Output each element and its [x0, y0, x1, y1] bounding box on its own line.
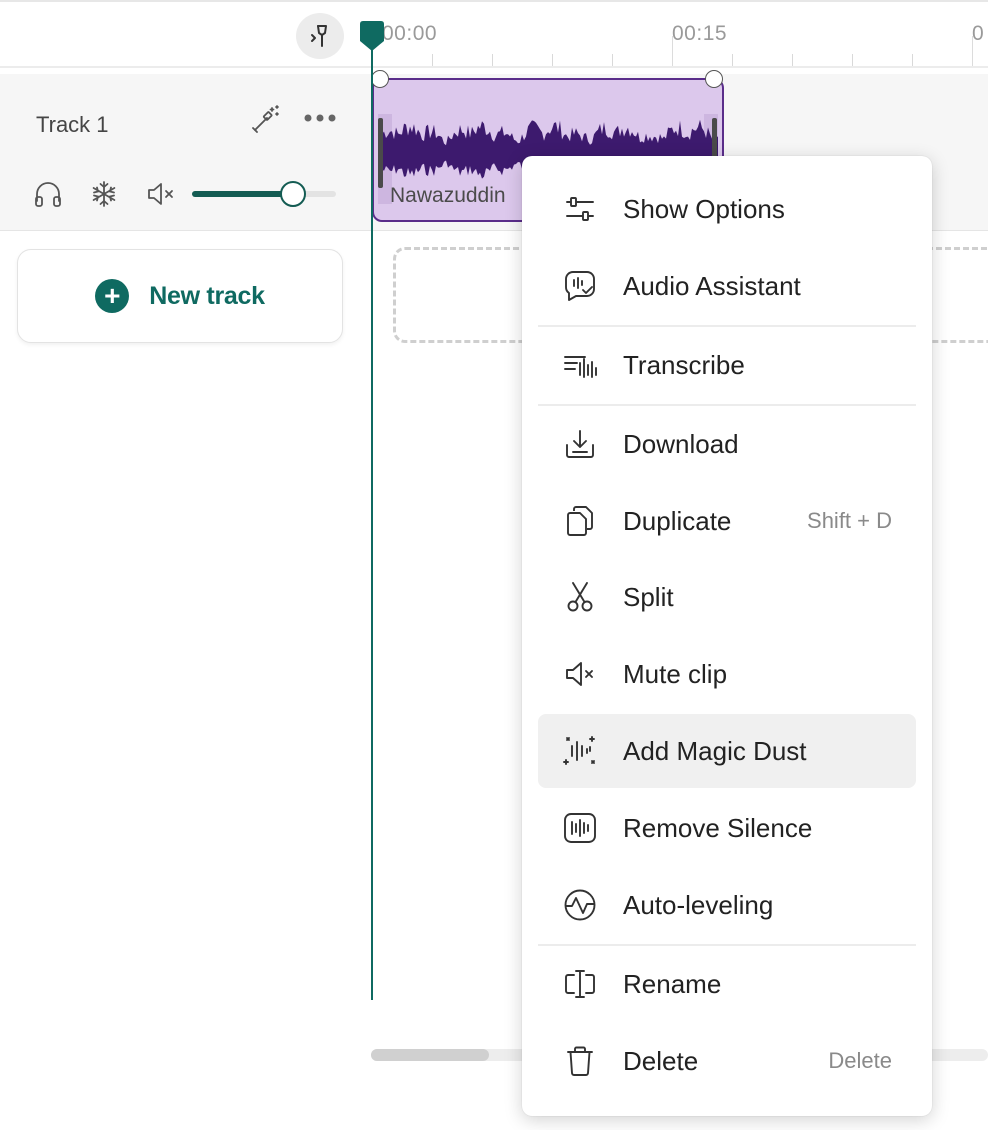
- menu-item-shortcut: Delete: [828, 1048, 892, 1073]
- tick-label-2: 0: [972, 22, 985, 45]
- download-icon: [562, 426, 598, 462]
- clip-fade-out-handle[interactable]: [705, 70, 723, 88]
- menu-item-transcribe[interactable]: Transcribe: [538, 328, 916, 402]
- track-more-button[interactable]: [300, 106, 340, 130]
- scrollbar-thumb[interactable]: [371, 1049, 489, 1061]
- mute-icon: [562, 656, 598, 692]
- menu-item-label: Auto-leveling: [623, 889, 774, 920]
- ruler-tick: [432, 54, 433, 66]
- track-name[interactable]: Track 1: [36, 112, 109, 138]
- plus-icon: +: [95, 279, 130, 313]
- ruler-tick: [852, 54, 853, 66]
- magic-dust-icon: [562, 733, 598, 769]
- menu-item-label: Add Magic Dust: [623, 735, 807, 766]
- tick-label-1: 00:15: [672, 22, 728, 45]
- auto-leveling-icon: [562, 887, 598, 923]
- freeze-button[interactable]: [86, 176, 122, 212]
- timeline-ruler[interactable]: 00:00 00:15 0: [0, 2, 988, 68]
- volume-slider[interactable]: [192, 181, 336, 207]
- playhead-line: [371, 40, 373, 1000]
- mute-track-button[interactable]: [142, 176, 178, 212]
- track-header: Track 1: [0, 74, 358, 231]
- menu-item-shortcut: Shift + D: [807, 508, 892, 533]
- menu-item-mute-clip[interactable]: Mute clip: [538, 637, 916, 711]
- menu-item-label: Rename: [623, 968, 722, 999]
- menu-separator: [538, 325, 916, 327]
- menu-item-add-magic-dust[interactable]: Add Magic Dust: [538, 714, 916, 788]
- ruler-tick: [912, 54, 913, 66]
- context-menu: Show Options Audio Assistant Transcribe: [522, 156, 932, 1116]
- snowflake-icon: [90, 180, 118, 208]
- new-track-label: New track: [149, 281, 265, 310]
- duplicate-icon: [562, 503, 598, 539]
- menu-item-label: Mute clip: [623, 658, 728, 689]
- menu-item-show-options[interactable]: Show Options: [538, 172, 916, 246]
- ruler-tick: [612, 54, 613, 66]
- menu-item-audio-assistant[interactable]: Audio Assistant: [538, 249, 916, 323]
- volume-fill: [192, 191, 293, 197]
- magic-wand-icon: [250, 103, 282, 135]
- tick-label-0: 00:00: [382, 22, 438, 45]
- scissors-icon: [562, 579, 598, 615]
- volume-thumb[interactable]: [279, 181, 306, 207]
- menu-item-label: Show Options: [623, 193, 785, 224]
- playhead-handle[interactable]: [360, 21, 384, 51]
- solo-button[interactable]: [30, 176, 66, 212]
- headphones-icon: [33, 179, 63, 209]
- remove-silence-icon: [562, 810, 598, 846]
- ruler-tick: [792, 54, 793, 66]
- clip-fade-in-handle[interactable]: [371, 70, 389, 88]
- ruler-tick-major: [972, 36, 973, 66]
- ruler-tick: [492, 54, 493, 66]
- ruler-tick: [552, 54, 553, 66]
- more-horizontal-icon: [303, 113, 337, 123]
- ruler-tick: [732, 54, 733, 66]
- menu-separator: [538, 944, 916, 946]
- rename-icon: [562, 966, 598, 1002]
- menu-item-label: Download: [623, 428, 739, 459]
- menu-item-auto-leveling[interactable]: Auto-leveling: [538, 868, 916, 942]
- menu-item-delete[interactable]: Delete Delete: [538, 1024, 916, 1098]
- transcribe-icon: [562, 347, 598, 383]
- snap-icon: [306, 22, 334, 50]
- new-track-button[interactable]: + New track: [17, 249, 343, 343]
- menu-separator: [538, 404, 916, 406]
- menu-item-rename[interactable]: Rename: [538, 947, 916, 1021]
- menu-item-duplicate[interactable]: Duplicate Shift + D: [538, 484, 916, 558]
- menu-item-label: Audio Assistant: [623, 270, 801, 301]
- menu-item-label: Duplicate: [623, 505, 732, 536]
- menu-item-label: Transcribe: [623, 349, 745, 380]
- audio-assistant-icon: [562, 268, 598, 304]
- speaker-muted-icon: [145, 181, 175, 207]
- ruler-tick-major: [672, 36, 673, 66]
- magic-wand-button[interactable]: [248, 102, 284, 136]
- snap-button[interactable]: [296, 13, 344, 59]
- menu-item-label: Remove Silence: [623, 812, 813, 843]
- menu-item-download[interactable]: Download: [538, 407, 916, 481]
- menu-item-split[interactable]: Split: [538, 560, 916, 634]
- menu-item-remove-silence[interactable]: Remove Silence: [538, 791, 916, 865]
- clip-name: Nawazuddin: [390, 184, 506, 207]
- menu-item-label: Split: [623, 581, 674, 612]
- menu-item-label: Delete: [623, 1045, 699, 1076]
- trash-icon: [562, 1043, 598, 1079]
- sliders-icon: [562, 191, 598, 227]
